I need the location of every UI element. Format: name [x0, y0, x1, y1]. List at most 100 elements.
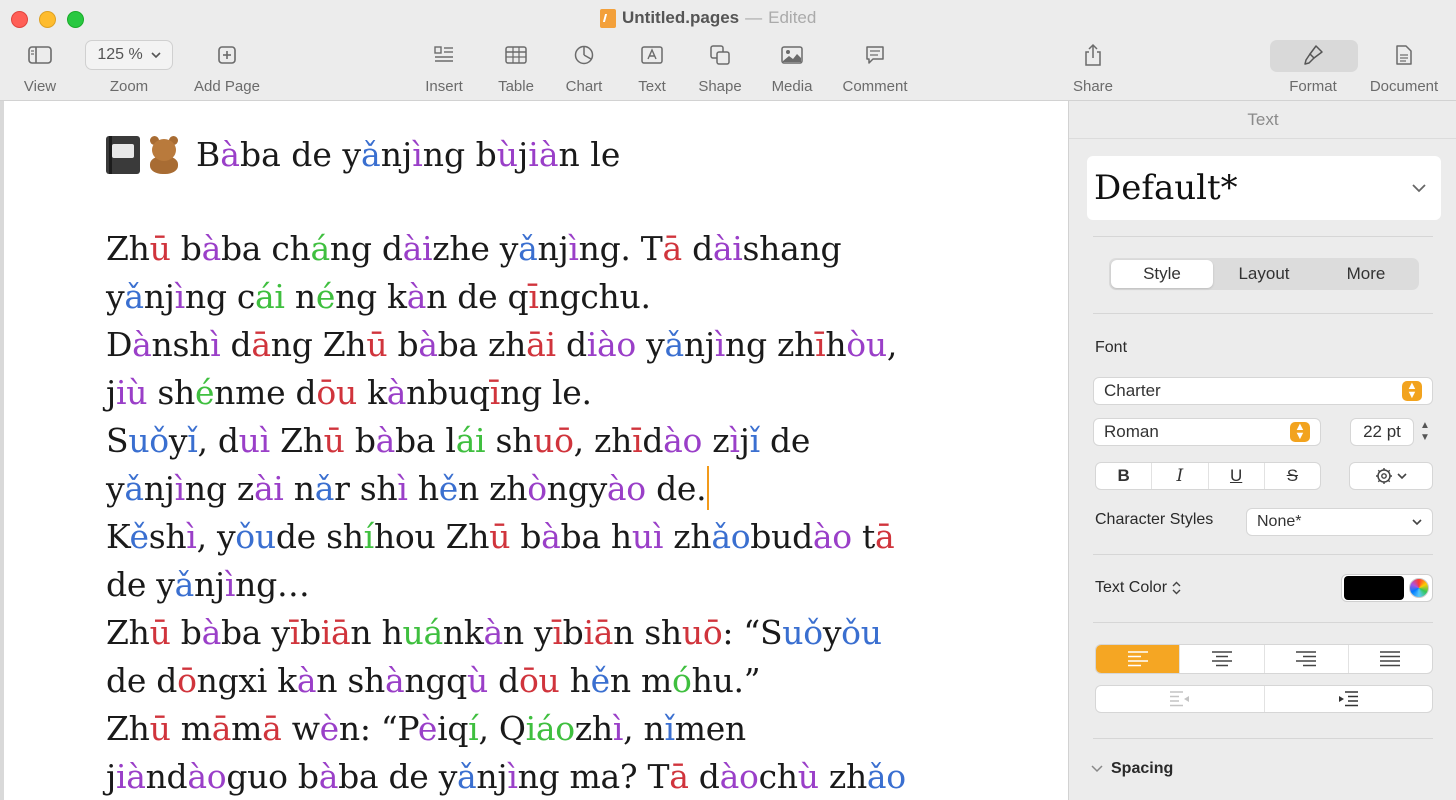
- text-line[interactable]: yǎnjìng cái néng kàn de qīngchu.: [106, 273, 966, 321]
- text-line[interactable]: Zhū māmā wèn: “Pèiqí, Qiáozhì, nǐmen: [106, 705, 966, 753]
- tone-mark-run: ū: [489, 517, 511, 556]
- tone-mark-run: ù: [797, 757, 819, 796]
- justify-button[interactable]: [1349, 645, 1432, 673]
- strikethrough-button[interactable]: S: [1265, 463, 1320, 489]
- zoom-window-button[interactable]: [67, 11, 84, 28]
- tone-mark-run: ào: [663, 421, 703, 460]
- advanced-options-button[interactable]: [1349, 462, 1433, 490]
- tone-mark-run: ào: [606, 469, 646, 508]
- tone-mark-run: uǒ: [782, 613, 823, 652]
- text-run: n: [284, 277, 316, 316]
- text-run: zhe y: [432, 229, 519, 268]
- text-line[interactable]: de yǎnjìng…: [106, 561, 966, 609]
- tab-style[interactable]: Style: [1111, 260, 1213, 288]
- insert-button[interactable]: Insert: [420, 40, 468, 98]
- underline-button[interactable]: U: [1209, 463, 1265, 489]
- document-icon: [1395, 40, 1413, 70]
- text-line[interactable]: de dōngxi kàn shàngqù dōu hěn móhu.”: [106, 657, 966, 705]
- color-wheel-icon[interactable]: [1409, 578, 1429, 598]
- add-page-button[interactable]: Add Page: [190, 40, 264, 98]
- share-button[interactable]: Share: [1070, 40, 1116, 98]
- text-line[interactable]: yǎnjìng zài nǎr shì hěn zhòngyào de.: [106, 465, 966, 513]
- text-run: zh: [663, 517, 712, 556]
- text-run: ba zh: [437, 325, 527, 364]
- format-button[interactable]: Format: [1284, 40, 1342, 98]
- text-insertion-caret: [707, 466, 710, 510]
- text-run: b: [510, 517, 542, 556]
- close-window-button[interactable]: [11, 11, 28, 28]
- tone-mark-run: ào: [719, 757, 759, 796]
- tone-mark-run: òu: [846, 325, 887, 364]
- document-canvas[interactable]: Bàba de yǎnjìng bùjiàn le Zhū bàba cháng…: [0, 101, 1068, 800]
- divider: [1093, 622, 1433, 623]
- spacing-section-toggle[interactable]: Spacing: [1091, 760, 1173, 778]
- text-run: ba de y: [239, 135, 362, 174]
- text-box-button[interactable]: Text: [634, 40, 670, 98]
- text-run: ng c: [184, 277, 256, 316]
- character-styles-popup[interactable]: None*: [1246, 508, 1433, 536]
- tone-mark-run: é: [315, 277, 336, 316]
- text-color-popup[interactable]: Text Color: [1095, 579, 1181, 597]
- comment-button[interactable]: Comment: [838, 40, 912, 98]
- body-text[interactable]: Bàba de yǎnjìng bùjiàn le Zhū bàba cháng…: [106, 129, 966, 800]
- text-line[interactable]: Kěshì, yǒude shíhou Zhū bàba huì zhǎobud…: [106, 513, 966, 561]
- comment-icon: [864, 40, 886, 70]
- text-run: j: [106, 373, 116, 412]
- zoom-popup[interactable]: 125 %: [85, 40, 173, 70]
- tone-mark-run: ǎ: [174, 565, 195, 604]
- tone-mark-run: ò: [527, 469, 547, 508]
- text-run: j: [518, 135, 529, 174]
- decrease-indent-button[interactable]: [1096, 686, 1265, 712]
- text-run: ,: [886, 325, 898, 364]
- tone-mark-run: ōu: [316, 373, 357, 412]
- tab-more[interactable]: More: [1315, 260, 1417, 288]
- media-button[interactable]: Media: [768, 40, 816, 98]
- font-size-field[interactable]: 22 pt: [1350, 418, 1414, 446]
- chart-icon: [573, 40, 595, 70]
- increase-indent-button[interactable]: [1265, 686, 1433, 712]
- chart-button[interactable]: Chart: [562, 40, 606, 98]
- font-size-stepper[interactable]: ▲ ▼: [1417, 418, 1433, 446]
- tone-mark-run: ì: [210, 325, 221, 364]
- heading-text: Bàba de yǎnjìng bùjiàn le: [196, 129, 620, 181]
- text-run: bud: [750, 517, 813, 556]
- zoom-control[interactable]: 125 % Zoom: [85, 40, 173, 98]
- text-run: n y: [502, 613, 553, 652]
- tone-mark-run: ī: [552, 613, 563, 652]
- text-color-swatch[interactable]: [1344, 576, 1404, 600]
- text-line[interactable]: Dànshì dāng Zhū bàba zhāi diào yǎnjìng z…: [106, 321, 966, 369]
- minimize-window-button[interactable]: [39, 11, 56, 28]
- paragraph-style-popup[interactable]: Default*: [1087, 156, 1441, 220]
- gear-icon: [1376, 468, 1392, 484]
- text-line[interactable]: jiù shénme dōu kànbuqīng le.: [106, 369, 966, 417]
- align-right-button[interactable]: [1265, 645, 1349, 673]
- text-line[interactable]: jiàndàoguo bàba de yǎnjìng ma? Tā dàochù…: [106, 753, 966, 800]
- text-line[interactable]: Zhū bàba yībiān huánkàn yībiān shuō: “Su…: [106, 609, 966, 657]
- shape-button[interactable]: Shape: [696, 40, 744, 98]
- text-color-well[interactable]: [1341, 574, 1433, 602]
- align-left-button[interactable]: [1096, 645, 1181, 673]
- text-line[interactable]: Suǒyǐ, duì Zhū bàba lái shuō, zhīdào zìj…: [106, 417, 966, 465]
- text-run: b: [387, 325, 419, 364]
- text-run: de sh: [275, 517, 364, 556]
- tab-layout[interactable]: Layout: [1213, 260, 1315, 288]
- table-button[interactable]: Table: [495, 40, 537, 98]
- document-button[interactable]: Document: [1364, 40, 1444, 98]
- view-button[interactable]: View: [20, 40, 60, 98]
- typeface-popup[interactable]: Roman ▲ ▼: [1093, 418, 1321, 446]
- text-run: iq: [437, 709, 469, 748]
- text-line[interactable]: Zhū bàba cháng dàizhe yǎnjìng. Tā dàisha…: [106, 225, 966, 273]
- bold-button[interactable]: B: [1096, 463, 1153, 489]
- font-section-label: Font: [1095, 339, 1128, 356]
- align-center-button[interactable]: [1180, 645, 1265, 673]
- document-heading[interactable]: Bàba de yǎnjìng bùjiàn le: [106, 129, 966, 181]
- tone-mark-run: ǎ: [518, 229, 538, 268]
- font-family-popup[interactable]: Charter ▲ ▼: [1093, 377, 1433, 405]
- text-run: t: [851, 517, 876, 556]
- text-run: nd: [145, 757, 188, 796]
- italic-button[interactable]: I: [1152, 463, 1209, 489]
- tone-mark-run: ào: [812, 517, 852, 556]
- text-run: d: [487, 661, 519, 700]
- tone-mark-run: iā: [320, 613, 351, 652]
- text-run: b: [299, 613, 321, 652]
